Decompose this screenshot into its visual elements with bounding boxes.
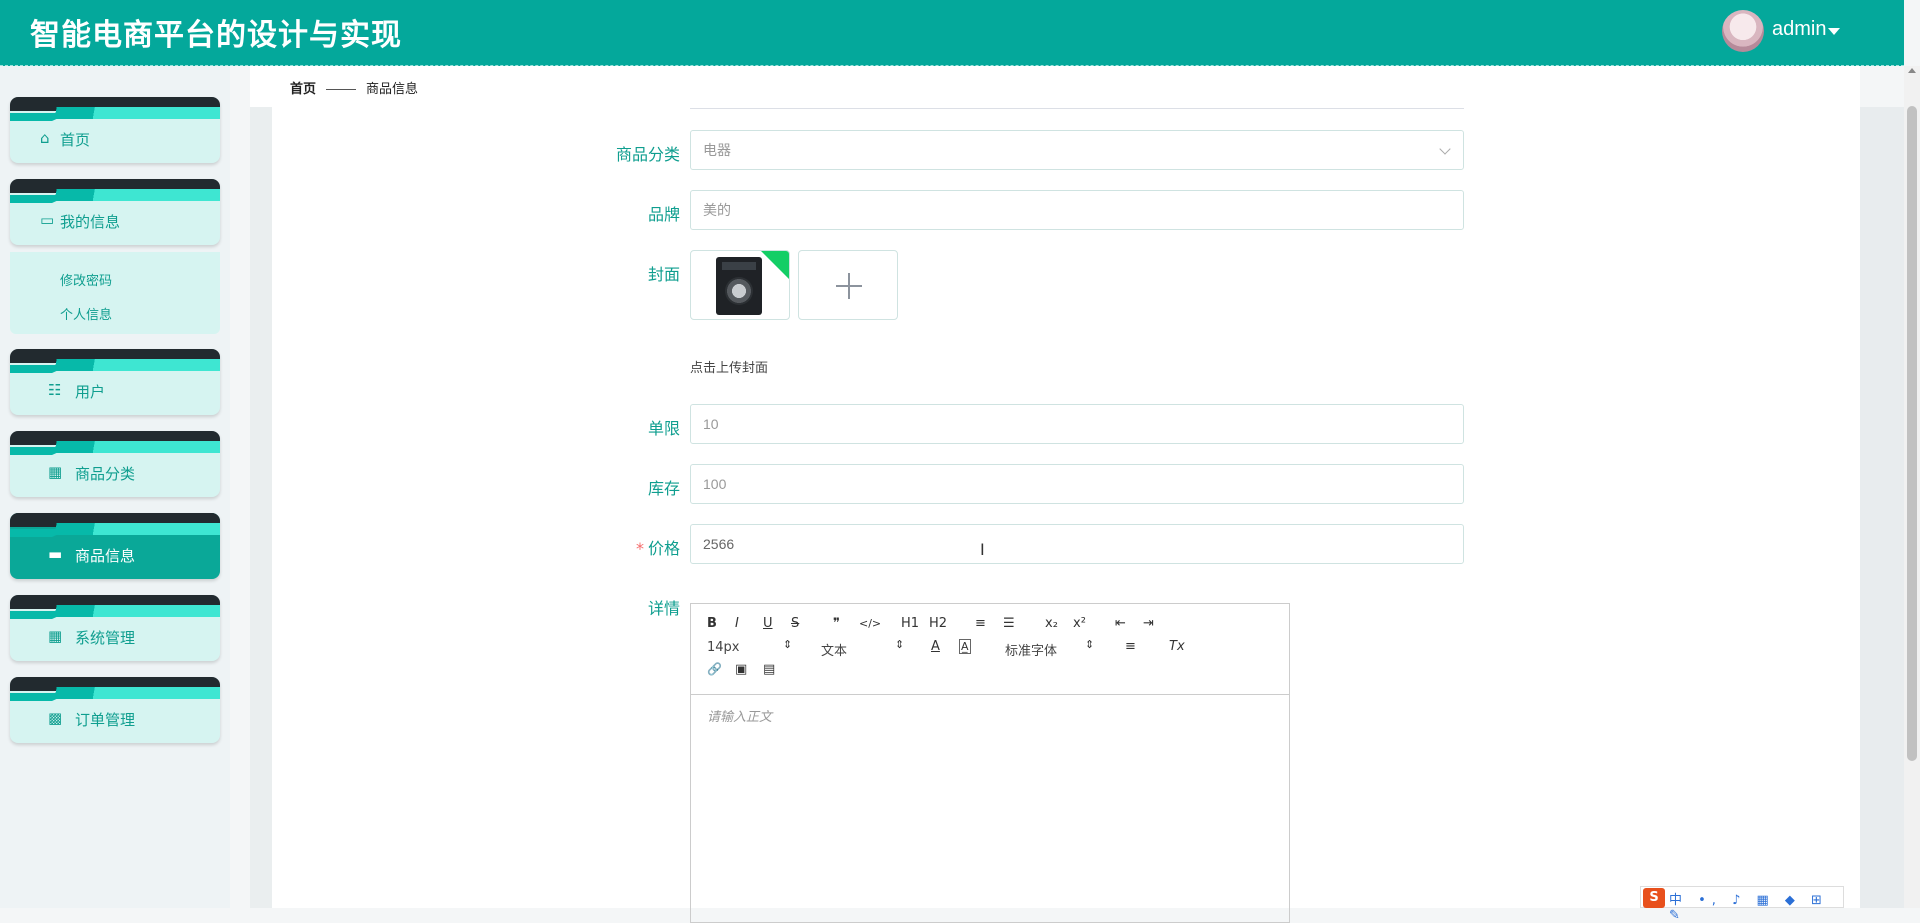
brand-input[interactable]: 美的	[690, 190, 1464, 230]
header-select[interactable]: 文本	[821, 640, 847, 659]
app-title: 智能电商平台的设计与实现	[30, 18, 402, 53]
required-mark: *	[635, 539, 644, 558]
submenu-my-info: 修改密码 个人信息	[10, 252, 220, 334]
grid9-icon: ▩	[48, 709, 63, 727]
sidebar: ⌂ 首页 ▭ 我的信息 修改密码 个人信息 ☷ 用户 ▦ 商品分类 ▬ 商品信息…	[0, 66, 230, 908]
category-label: 商品分类	[615, 145, 680, 164]
user-avatar[interactable]	[1722, 10, 1764, 52]
updown-icon: ⇕	[895, 638, 905, 651]
top-header: 智能电商平台的设计与实现 admin	[0, 0, 1904, 66]
username[interactable]: admin	[1772, 18, 1826, 41]
scrollbar-thumb[interactable]	[1907, 106, 1917, 761]
cover-upload-tip: 点击上传封面	[690, 361, 769, 376]
content-left-gutter	[250, 107, 272, 908]
indent-button[interactable]: ⇥	[1143, 616, 1154, 631]
bullet-list-button[interactable]: ☰	[1003, 616, 1015, 631]
limit-input[interactable]: 10	[690, 404, 1464, 444]
h2-button[interactable]: H2	[929, 616, 947, 631]
page-scrollbar[interactable]	[1904, 66, 1920, 908]
submenu-item-profile[interactable]: 个人信息	[60, 304, 112, 323]
cover-upload-button[interactable]	[798, 250, 898, 320]
sidebar-item-label: 商品信息	[75, 547, 136, 565]
grid-icon: ▦	[48, 463, 63, 481]
cover-label: 封面	[647, 265, 680, 284]
sidebar-item-label: 系统管理	[75, 629, 136, 647]
superscript-button[interactable]: x²	[1073, 616, 1086, 631]
submenu-item-change-password[interactable]: 修改密码	[60, 270, 112, 289]
video-button[interactable]: ▤	[763, 662, 775, 677]
sidebar-item-orders[interactable]: ▩ 订单管理	[10, 677, 220, 743]
category-select[interactable]: 电器	[690, 130, 1464, 170]
content-right-gutter	[1860, 107, 1904, 908]
sidebar-item-label: 首页	[60, 131, 91, 149]
sidebar-item-label: 商品分类	[75, 465, 136, 483]
sidebar-item-label: 订单管理	[75, 711, 136, 729]
text-cursor-icon: I	[980, 540, 985, 559]
sidebar-item-system[interactable]: ▦ 系统管理	[10, 595, 220, 661]
limit-label: 单限	[647, 419, 680, 438]
washing-machine-image	[716, 257, 762, 315]
code-button[interactable]: </>	[859, 617, 881, 630]
price-label: * 价格	[550, 535, 680, 559]
bold-button[interactable]: B	[707, 616, 717, 631]
underline-button[interactable]: U	[763, 616, 773, 631]
editor-toolbar: B I U S ❞ </> H1 H2 ≡ ☰ x₂ x² ⇤ ⇥ 14px ⇕…	[691, 604, 1289, 695]
breadcrumb: 首页 商品信息	[290, 78, 418, 97]
h1-button[interactable]: H1	[901, 616, 919, 631]
upload-success-badge	[761, 251, 789, 279]
home-icon: ⌂	[40, 129, 50, 147]
font-color-button[interactable]: A	[931, 639, 940, 654]
sidebar-item-home[interactable]: ⌂ 首页	[10, 97, 220, 163]
strike-button[interactable]: S	[791, 616, 799, 631]
font-family-select[interactable]: 标准字体	[1005, 640, 1057, 659]
image-button[interactable]: ▣	[735, 662, 747, 677]
price-input[interactable]: 2566	[690, 524, 1464, 564]
sliders-icon: ☷	[48, 381, 62, 399]
clear-format-button[interactable]: Tx	[1169, 639, 1185, 654]
sogou-logo-icon: S	[1643, 888, 1665, 908]
align-button[interactable]: ≡	[1125, 639, 1136, 654]
sidebar-item-products[interactable]: ▬ 商品信息	[10, 513, 220, 579]
background-color-button[interactable]: A̲	[959, 639, 971, 654]
stock-label: 库存	[647, 479, 680, 498]
updown-icon: ⇕	[783, 638, 793, 651]
sidebar-item-my-info[interactable]: ▭ 我的信息	[10, 179, 220, 245]
blockquote-button[interactable]: ❞	[833, 616, 840, 631]
editor-placeholder: 请输入正文	[707, 710, 773, 725]
stock-input[interactable]: 100	[690, 464, 1464, 504]
cover-image-thumbnail[interactable]	[690, 250, 790, 320]
sidebar-item-users[interactable]: ☷ 用户	[10, 349, 220, 415]
sidebar-item-label: 用户	[75, 383, 106, 401]
link-button[interactable]: 🔗	[707, 662, 722, 676]
rich-text-editor[interactable]: B I U S ❞ </> H1 H2 ≡ ☰ x₂ x² ⇤ ⇥ 14px ⇕…	[690, 603, 1290, 923]
card-icon: ▭	[40, 211, 55, 229]
breadcrumb-home[interactable]: 首页	[290, 82, 316, 97]
chevron-down-icon[interactable]	[1828, 28, 1840, 35]
ime-status: 中 •, ♪ ▦ ◆ ⊞ ✎	[1669, 893, 1828, 923]
sidebar-item-category[interactable]: ▦ 商品分类	[10, 431, 220, 497]
ordered-list-button[interactable]: ≡	[975, 616, 986, 631]
scroll-up-icon[interactable]	[1908, 68, 1916, 73]
briefcase-icon: ▬	[48, 545, 63, 563]
grid-icon: ▦	[48, 627, 63, 645]
updown-icon: ⇕	[1085, 638, 1095, 651]
brand-label: 品牌	[647, 205, 680, 224]
italic-button[interactable]: I	[735, 616, 739, 631]
subscript-button[interactable]: x₂	[1045, 616, 1058, 631]
outdent-button[interactable]: ⇤	[1115, 616, 1126, 631]
ime-toolbar[interactable]: S 中 •, ♪ ▦ ◆ ⊞ ✎	[1640, 886, 1844, 923]
sidebar-item-label: 我的信息	[60, 213, 121, 231]
detail-label: 详情	[647, 599, 680, 618]
price-label-text: 价格	[647, 539, 680, 558]
font-size-select[interactable]: 14px	[707, 640, 740, 655]
previous-field-edge	[690, 108, 1464, 109]
breadcrumb-current: 商品信息	[366, 82, 419, 97]
